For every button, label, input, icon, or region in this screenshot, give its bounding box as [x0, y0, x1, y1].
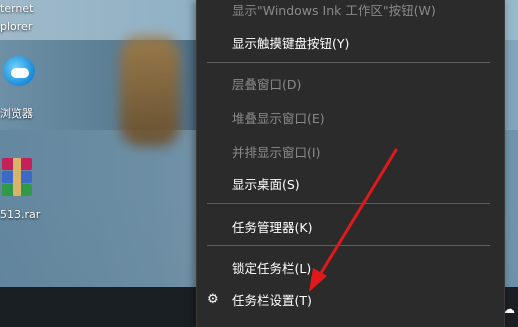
- desktop-icon-label: 浏览器: [0, 107, 33, 120]
- desktop-icon-internet-explorer[interactable]: ternet plorer: [0, 2, 33, 33]
- desktop-icon-label: plorer: [0, 20, 33, 33]
- gear-icon: ⚙: [207, 292, 219, 307]
- desktop-icon-browser[interactable]: 浏览器: [0, 105, 33, 121]
- menu-item-label: 任务管理器(K): [232, 219, 313, 235]
- taskbar-context-menu: 显示"Windows Ink 工作区"按钮(W) 显示触摸键盘按钮(Y) 层叠窗…: [196, 0, 505, 327]
- menu-item-label: 显示触摸键盘按钮(Y): [232, 35, 350, 51]
- menu-item-label: 显示"Windows Ink 工作区"按钮(W): [232, 2, 436, 18]
- menu-item-label: 堆叠显示窗口(E): [232, 110, 325, 126]
- menu-item-label: 任务栏设置(T): [232, 292, 312, 308]
- menu-separator: [207, 62, 490, 63]
- menu-item-label: 并排显示窗口(I): [232, 144, 321, 160]
- menu-item-label: 锁定任务栏(L): [232, 260, 312, 276]
- menu-item-label: 显示桌面(S): [232, 176, 300, 192]
- desktop-icon-label: 513.rar: [0, 208, 41, 221]
- menu-item-show-touch-keyboard[interactable]: 显示触摸键盘按钮(Y): [197, 28, 504, 56]
- rar-archive-icon[interactable]: [2, 158, 32, 196]
- menu-item-show-windows-ink[interactable]: 显示"Windows Ink 工作区"按钮(W): [197, 0, 504, 23]
- desktop-icon-label: ternet: [0, 2, 34, 15]
- browser-icon[interactable]: [3, 56, 35, 86]
- menu-item-task-manager[interactable]: 任务管理器(K): [197, 212, 504, 240]
- menu-item-taskbar-settings[interactable]: ⚙ 任务栏设置(T): [197, 285, 504, 313]
- menu-separator: [207, 245, 490, 246]
- menu-item-stack-windows[interactable]: 堆叠显示窗口(E): [197, 103, 504, 131]
- menu-separator: [207, 203, 490, 204]
- menu-item-label: 层叠窗口(D): [232, 76, 302, 92]
- wallpaper-rock: [120, 36, 180, 146]
- menu-item-side-by-side-windows[interactable]: 并排显示窗口(I): [197, 137, 504, 165]
- menu-item-cascade-windows[interactable]: 层叠窗口(D): [197, 69, 504, 97]
- menu-item-show-desktop[interactable]: 显示桌面(S): [197, 169, 504, 197]
- desktop-icon-rar[interactable]: 513.rar: [0, 208, 40, 221]
- menu-item-lock-taskbar[interactable]: 锁定任务栏(L): [197, 253, 504, 281]
